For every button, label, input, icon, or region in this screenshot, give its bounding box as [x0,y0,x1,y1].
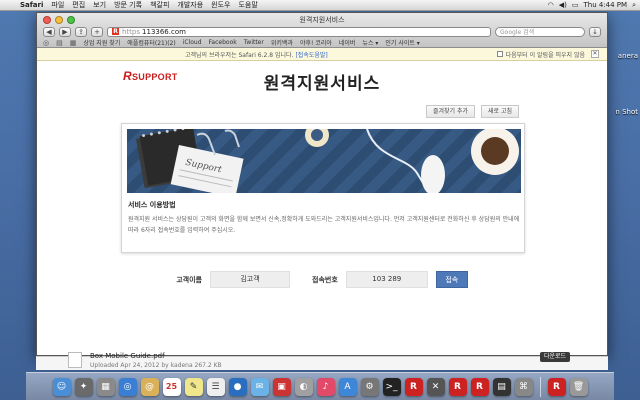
page-content: RSUPPORT 원격지원서비스 즐겨찾기 추가 새로 고침 Support 서… [37,61,607,355]
search-input[interactable]: Google 검색 [495,26,585,37]
photos-icon[interactable]: ◐ [294,377,313,396]
window-title: 원격지원서비스 [299,16,345,24]
video-app-icon[interactable]: ▤ [492,377,511,396]
mission-control-icon[interactable]: ▦ [96,377,115,396]
connection-help-link[interactable]: [접속도움말] [295,50,327,59]
rsupport-viewer-icon[interactable]: R [448,377,467,396]
volume-icon[interactable]: ◀) [559,1,567,9]
menu-develop[interactable]: 개발자용 [173,0,207,10]
file-name[interactable]: Box Mobile Guide.pdf [90,352,165,360]
desktop-item-label[interactable]: anera [618,52,638,60]
dont-show-checkbox[interactable] [496,51,503,57]
bookmark-item[interactable]: 뉴스 ▾ [362,38,378,47]
bookmark-item[interactable]: Facebook [209,39,237,46]
reminders-icon[interactable]: ☰ [206,377,225,396]
facetime-icon[interactable]: ● [228,377,247,396]
top-sites-icon[interactable]: ▦ [70,39,77,47]
desktop-item-label[interactable]: n Shot [615,108,638,116]
banner-illustration: Support [136,129,519,193]
rsupport-agent-icon[interactable]: R [470,377,489,396]
code-field[interactable]: 103 289 [345,271,428,288]
dock: ☺ ✦ ▦ ◎ @ 25 ✎ ☰ ● ✉ ▣ ◐ ♪ A ⚙ >_ R ✕ R … [26,372,614,400]
messages-icon[interactable]: ✉ [250,377,269,396]
notice-text: 고객님의 브라우저는 Safari 6.2.8 입니다. [185,51,294,59]
connect-button[interactable]: 접속 [435,271,468,288]
itunes-icon[interactable]: ♪ [316,377,335,396]
dont-show-label: 다음부터 이 알림을 띄우지 않음 [505,51,585,59]
close-notice-icon[interactable]: ✕ [591,50,599,58]
safari-icon[interactable]: ◎ [118,377,137,396]
title-bar: 원격지원서비스 ◀ ▶ ⇪ + R https 113366.com Googl… [37,13,607,48]
banner-image: Support [127,129,521,193]
menu-window[interactable]: 윈도우 [207,0,234,10]
menu-help[interactable]: 도움말 [234,0,261,10]
bookmark-item[interactable]: 네이버 [339,38,356,47]
system-preferences-icon[interactable]: ⚙ [360,377,379,396]
contacts-icon[interactable]: @ [140,377,159,396]
download-button[interactable]: 다운로드 [540,352,571,362]
reading-list-icon[interactable]: ◎ [43,39,49,47]
utility-app-icon[interactable]: ⌘ [514,377,533,396]
rsupport-download-icon[interactable]: R [547,377,566,396]
launchpad-icon[interactable]: ✦ [74,377,93,396]
status-area: ◠ ◀) ▭ Thu 4:44 PM ⌕ [548,1,640,10]
bookmark-item[interactable]: 야후! 코리아 [300,38,332,47]
site-favicon: R [112,28,119,35]
dont-show-option[interactable]: 다음부터 이 알림을 띄우지 않음 [496,50,585,59]
battery-icon[interactable]: ▭ [572,1,579,9]
bookmark-item[interactable]: 인기 사이트 ▾ [385,38,419,47]
menu-history[interactable]: 방문 기록 [110,0,146,10]
bookmark-item[interactable]: iCloud [183,39,202,46]
toolbar: ◀ ▶ ⇪ + R https 113366.com Google 검색 ↓ [43,26,601,37]
clock[interactable]: Thu 4:44 PM [583,1,627,9]
card-title: 서비스 이용방법 [128,201,176,209]
wifi-icon[interactable]: ◠ [548,1,554,9]
photo-booth-icon[interactable]: ▣ [272,377,291,396]
app-store-icon[interactable]: A [338,377,357,396]
bookmark-item[interactable]: 애플컴퓨터(21)(2) [127,38,175,47]
code-label: 접속번호 [312,275,338,284]
downloads-button[interactable]: ↓ [589,26,601,37]
address-bar[interactable]: R https 113366.com [107,26,491,37]
calendar-icon[interactable]: 25 [162,377,181,396]
add-bookmark-button[interactable]: + [91,26,103,37]
show-all-bookmarks-icon[interactable]: ▤ [56,39,63,47]
file-meta: Uploaded Apr 24, 2012 by kadena 267.2 KB [90,362,222,369]
bookmark-item[interactable]: Twitter [244,39,264,46]
menu-bookmarks[interactable]: 책갈피 [146,0,173,10]
back-button[interactable]: ◀ [43,26,55,37]
connection-form: 고객이름 김고객 접속번호 103 289 접속 [37,271,607,288]
name-label: 고객이름 [176,275,202,284]
finder-icon[interactable]: ☺ [52,377,71,396]
dock-separator [539,376,541,397]
card-description: 원격지원 서비스는 상담원이 고객의 화면을 함께 보면서 신속,정확하게 도와… [128,216,520,234]
pdf-file-icon[interactable] [68,352,82,368]
page-title: 원격지원서비스 [263,74,381,94]
refresh-button[interactable]: 새로 고침 [481,105,519,118]
name-field[interactable]: 김고객 [210,271,290,288]
bookmark-item[interactable]: 위키백과 [271,38,293,47]
terminal-icon[interactable]: >_ [382,377,401,396]
rsupport-app-icon[interactable]: R [404,377,423,396]
menu-view[interactable]: 보기 [89,0,110,10]
page-actions: 즐겨찾기 추가 새로 고침 [425,105,519,118]
x11-icon[interactable]: ✕ [426,377,445,396]
add-favorite-button[interactable]: 즐겨찾기 추가 [425,105,475,118]
bookmarks-bar: ◎ ▤ ▦ 상업 지원 찾기 애플컴퓨터(21)(2) iCloud Faceb… [43,38,601,48]
menu-file[interactable]: 파일 [47,0,68,10]
browser-notice-bar: 고객님의 브라우저는 Safari 6.2.8 입니다. [접속도움말] 다음부… [37,48,607,61]
safari-window: 원격지원서비스 ◀ ▶ ⇪ + R https 113366.com Googl… [36,12,608,356]
notes-icon[interactable]: ✎ [184,377,203,396]
url-text: 113366.com [142,27,186,36]
spotlight-icon[interactable]: ⌕ [632,1,636,10]
menu-bar: Safari 파일 편집 보기 방문 기록 책갈피 개발자용 윈도우 도움말 ◠… [0,0,640,11]
service-info-card: Support 서비스 이용방법 원격지원 서비스는 상담원이 고객의 화면을 … [121,123,525,253]
menu-app[interactable]: Safari [16,1,47,9]
menu-edit[interactable]: 편집 [68,0,89,10]
url-scheme: https [122,27,141,36]
trash-icon[interactable]: 🗑 [569,377,588,396]
forward-button[interactable]: ▶ [59,26,71,37]
bookmark-item[interactable]: 상업 지원 찾기 [83,38,120,47]
share-button[interactable]: ⇪ [75,26,87,37]
